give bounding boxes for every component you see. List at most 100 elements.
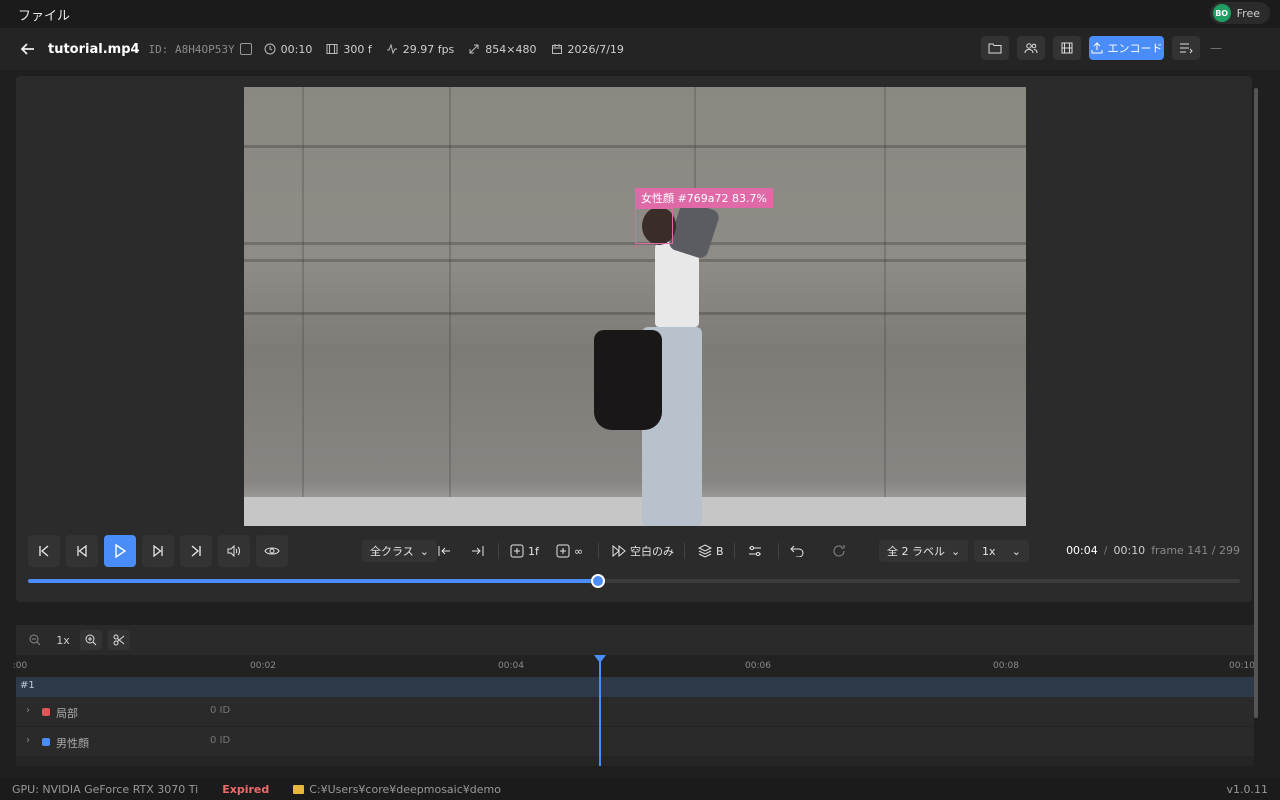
jump-prev-key-button[interactable] <box>438 540 452 562</box>
seek-bar[interactable] <box>28 574 1240 588</box>
visibility-button[interactable] <box>256 535 288 567</box>
file-meta: 00:10 300 f 29.97 fps 854×480 2026/7/19 <box>264 43 624 56</box>
video-frame[interactable]: 女性顔 #769a72 83.7% <box>244 87 1026 526</box>
meta-fps: 29.97 fps <box>386 42 455 56</box>
label-color-swatch <box>42 708 50 716</box>
timeline-row[interactable]: › 局部 0 ID <box>16 697 1254 727</box>
ruler-tick: 00:08 <box>993 661 1019 671</box>
timeline-ruler[interactable]: :00 00:02 00:04 00:06 00:08 00:10 <box>12 655 1255 677</box>
class-filter-select[interactable]: 全クラス ⌄ <box>362 540 437 562</box>
detection-box[interactable] <box>635 208 673 244</box>
chevron-down-icon: ⌄ <box>951 544 961 558</box>
step-back-icon <box>77 545 87 557</box>
class-filter-value: 全クラス <box>370 545 414 558</box>
zoom-out-icon[interactable] <box>24 630 46 650</box>
current-time: 00:04 <box>1066 544 1098 557</box>
file-menu[interactable]: ファイル <box>18 5 70 24</box>
volume-button[interactable] <box>218 535 250 567</box>
title-bar: ファイル BO Free <box>0 0 1280 28</box>
undo-button[interactable] <box>790 540 804 562</box>
next-frame-button[interactable] <box>142 535 174 567</box>
scrollbar-thumb[interactable] <box>1254 88 1258 718</box>
timeline-row[interactable]: › 男性顔 0 ID <box>16 727 1254 757</box>
file-id: ID: A8H4OP53Y <box>148 42 235 56</box>
seek-handle[interactable] <box>590 574 605 588</box>
track-header[interactable]: #1 <box>16 677 1254 697</box>
row-label: 男性顔 <box>56 737 89 750</box>
row-count: 0 ID <box>210 705 231 716</box>
label-color-swatch <box>42 738 50 746</box>
row-label: 局部 <box>56 707 78 720</box>
add-frame-button[interactable]: 1f <box>510 540 539 562</box>
timeline-panel: 1x :00 00:02 00:04 00:06 00:08 00:10 #1 … <box>12 625 1255 766</box>
fps-value: 29.97 fps <box>402 42 455 56</box>
chevron-down-icon: ⌄ <box>419 544 429 558</box>
ruler-tick: 00:02 <box>250 661 276 671</box>
license-status[interactable]: Expired <box>222 783 269 796</box>
playhead-marker[interactable] <box>594 655 606 663</box>
skip-to-end-button[interactable] <box>180 535 212 567</box>
plus-box-icon <box>510 544 524 558</box>
chevron-right-icon[interactable]: › <box>26 705 30 716</box>
ruler-tick: :00 <box>12 661 28 671</box>
ruler-tick: 00:04 <box>498 661 524 671</box>
play-button[interactable] <box>104 535 136 567</box>
ruler-tick: 00:10 <box>1229 661 1255 671</box>
meta-date: 2026/7/19 <box>551 43 624 56</box>
ruler-tick: 00:06 <box>745 661 771 671</box>
playback-controls: 全クラス ⌄ 1f ∞ 空白のみ B 全 2 ラベル ⌄ 1x ⌄ 00:04 … <box>28 535 1240 567</box>
copy-icon[interactable] <box>239 43 252 55</box>
users-icon <box>1024 43 1038 54</box>
blank-only-label: 空白のみ <box>630 545 674 558</box>
redo-button[interactable] <box>832 540 846 562</box>
queue-button[interactable] <box>1172 36 1200 60</box>
activity-icon <box>386 43 398 55</box>
minimize-icon[interactable]: — <box>1208 36 1224 60</box>
vertical-scrollbar[interactable] <box>1254 76 1260 726</box>
open-folder-button[interactable] <box>981 36 1009 60</box>
project-path[interactable]: C:¥Users¥core¥deepmosaic¥demo <box>293 783 501 796</box>
account-badge[interactable]: BO Free <box>1209 2 1270 24</box>
time-readout: 00:04 / 00:10 frame 141 / 299 <box>1066 544 1240 557</box>
eye-icon <box>264 547 280 555</box>
layer-button[interactable]: B <box>698 540 724 562</box>
meta-resolution: 854×480 <box>468 43 537 56</box>
plus-box-icon <box>556 544 570 558</box>
layer-label: B <box>716 544 724 558</box>
volume-icon <box>227 545 240 557</box>
chevron-right-icon[interactable]: › <box>26 735 30 746</box>
plan-label: Free <box>1236 6 1260 20</box>
frames-value: 300 f <box>343 42 372 56</box>
fast-forward-icon <box>612 545 626 557</box>
jump-right-icon <box>472 546 484 556</box>
folder-icon <box>293 784 305 794</box>
scissors-icon[interactable] <box>108 630 130 650</box>
frame-info: frame 141 / 299 <box>1151 544 1240 557</box>
play-icon <box>115 544 126 558</box>
add-frame-label: 1f <box>528 544 539 558</box>
prev-frame-button[interactable] <box>66 535 98 567</box>
seek-progress <box>28 579 598 583</box>
people-button[interactable] <box>1017 36 1045 60</box>
film-icon <box>1061 42 1073 54</box>
add-infinite-button[interactable]: ∞ <box>556 540 583 562</box>
label-filter-select[interactable]: 全 2 ラベル ⌄ <box>879 540 969 562</box>
date-value: 2026/7/19 <box>567 42 624 56</box>
blank-only-button[interactable]: 空白のみ <box>612 540 674 562</box>
jump-next-key-button[interactable] <box>470 540 484 562</box>
sliders-icon <box>749 545 761 557</box>
timeline-playhead[interactable] <box>599 655 601 766</box>
zoom-in-icon[interactable] <box>80 630 102 650</box>
adjust-button[interactable] <box>748 540 762 562</box>
skip-to-start-button[interactable] <box>28 535 60 567</box>
skip-start-icon <box>39 545 49 557</box>
back-arrow-icon[interactable] <box>18 39 38 59</box>
gpu-info: GPU: NVIDIA GeForce RTX 3070 Ti <box>12 782 199 796</box>
speed-select[interactable]: 1x ⌄ <box>974 540 1029 562</box>
meta-frames: 300 f <box>326 42 372 56</box>
track-name: #1 <box>20 680 35 691</box>
film-button[interactable] <box>1053 36 1081 60</box>
film-icon <box>326 43 338 55</box>
step-forward-icon <box>153 545 163 557</box>
encode-button[interactable]: エンコード <box>1089 36 1164 60</box>
